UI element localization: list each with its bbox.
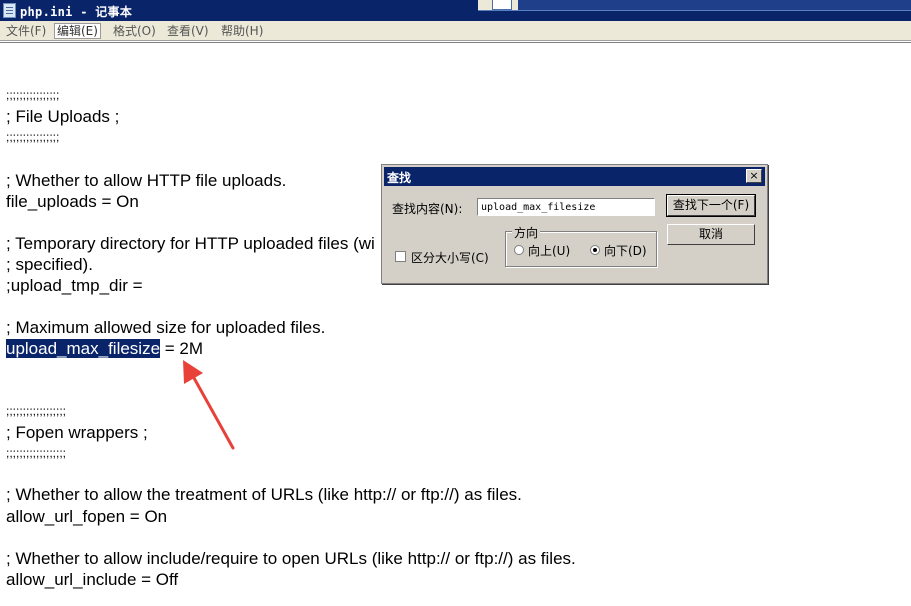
direction-group: 方向 向上(U) 向下(D) xyxy=(505,224,657,267)
editor-line: ;;;;;;;;;;;;;;;; xyxy=(6,88,60,102)
editor-line: file_uploads = On xyxy=(6,192,139,211)
selected-text: upload_max_filesize xyxy=(6,339,161,358)
cancel-button[interactable]: 取消 xyxy=(667,224,755,245)
background-window-control xyxy=(492,0,512,10)
menu-format[interactable]: 格式(O) xyxy=(111,23,158,39)
editor-line: ;;;;;;;;;;;;;;;;;; xyxy=(6,446,67,460)
editor-line: ; Whether to allow the treatment of URLs… xyxy=(6,485,522,504)
editor-line: ; Maximum allowed size for uploaded file… xyxy=(6,318,326,337)
direction-up-label[interactable]: 向上(U) xyxy=(528,242,570,259)
direction-up-radio[interactable] xyxy=(514,245,524,255)
background-window-edge xyxy=(478,0,911,11)
background-window-titlebar xyxy=(518,0,911,10)
menu-help[interactable]: 帮助(H) xyxy=(219,23,265,39)
editor-line: ; Temporary directory for HTTP uploaded … xyxy=(6,234,375,253)
menu-view[interactable]: 查看(V) xyxy=(165,23,211,39)
editor-line: ; Fopen wrappers ; xyxy=(6,423,148,442)
close-button[interactable]: × xyxy=(746,169,762,183)
find-next-button[interactable]: 查找下一个(F) xyxy=(666,194,756,217)
find-what-input[interactable] xyxy=(477,198,655,216)
editor-line: ; specified). xyxy=(6,255,93,274)
editor-line: ;;;;;;;;;;;;;;;; xyxy=(6,130,60,144)
find-dialog: 查找 × 查找内容(N): 查找下一个(F) 取消 方向 向上(U) 向下(D)… xyxy=(381,164,768,284)
text-editor[interactable]: ;;;;;;;;;;;;;;;; ; File Uploads ; ;;;;;;… xyxy=(0,42,911,606)
editor-line: allow_url_fopen = On xyxy=(6,507,168,526)
notepad-icon xyxy=(3,3,16,18)
direction-down-radio[interactable] xyxy=(590,245,600,255)
menu-bar: 文件(F) 编辑(E) 格式(O) 查看(V) 帮助(H) xyxy=(0,21,911,41)
window-title: php.ini - 记事本 xyxy=(20,5,133,19)
editor-line-selected: upload_max_filesize = 2M xyxy=(6,339,203,359)
title-bar: php.ini - 记事本 xyxy=(0,0,911,21)
direction-label: 方向 xyxy=(512,224,541,241)
menu-file[interactable]: 文件(F) xyxy=(4,23,48,39)
editor-line: ;upload_tmp_dir = xyxy=(6,276,143,295)
editor-line: ; Whether to allow HTTP file uploads. xyxy=(6,171,287,190)
editor-line: allow_url_include = Off xyxy=(6,570,179,589)
editor-line-rest: = 2M xyxy=(160,339,204,358)
find-dialog-titlebar[interactable]: 查找 × xyxy=(384,167,765,186)
editor-line: ; File Uploads ; xyxy=(6,107,120,126)
menu-edit[interactable]: 编辑(E) xyxy=(54,23,101,39)
editor-line: ; Whether to allow include/require to op… xyxy=(6,549,576,568)
editor-line: ;;;;;;;;;;;;;;;;;; xyxy=(6,404,67,418)
direction-down-label[interactable]: 向下(D) xyxy=(604,242,647,259)
match-case-label[interactable]: 区分大小写(C) xyxy=(411,249,489,266)
find-dialog-title: 查找 xyxy=(387,171,412,185)
find-what-label: 查找内容(N): xyxy=(392,202,463,216)
match-case-checkbox[interactable] xyxy=(395,251,406,262)
